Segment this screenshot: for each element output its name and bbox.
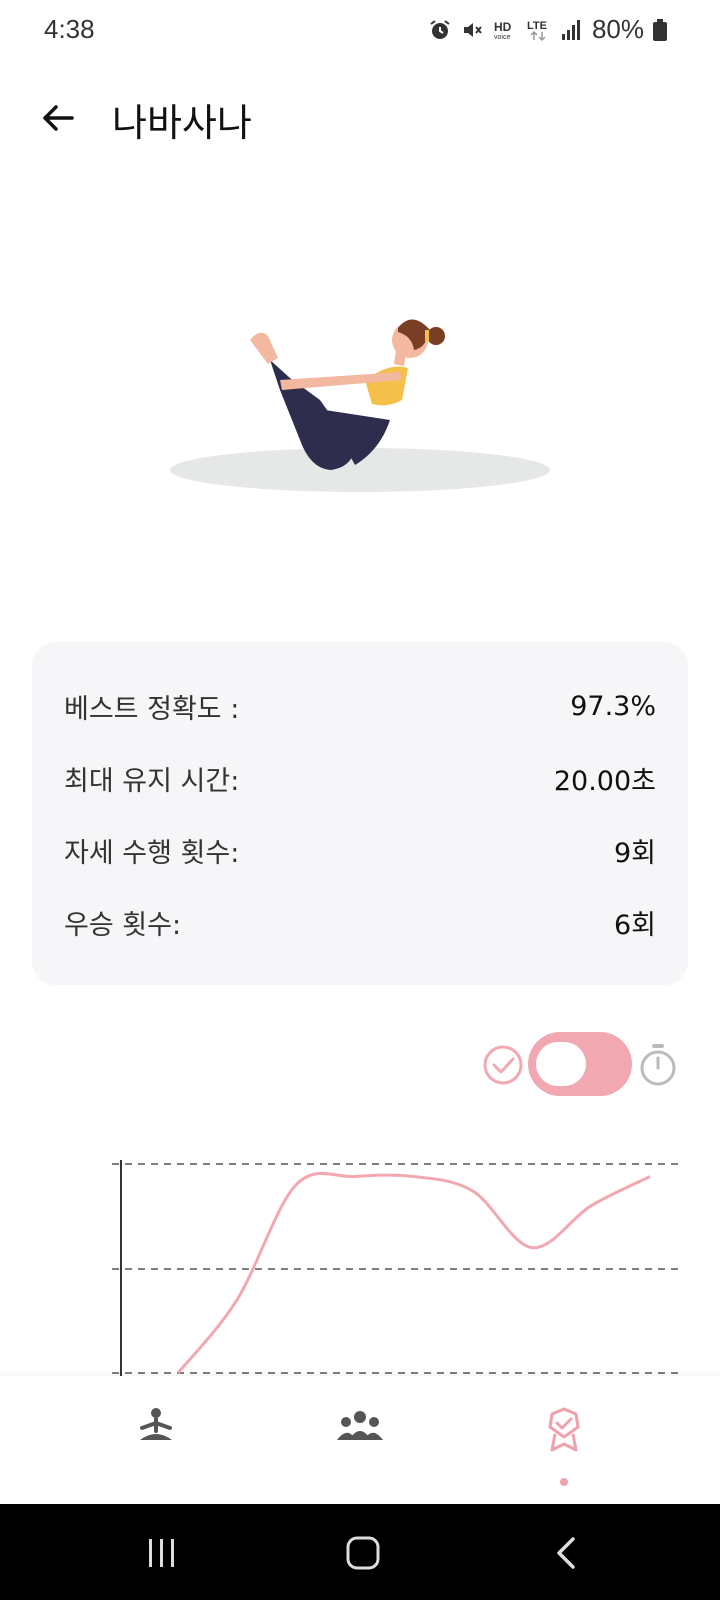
back-button[interactable]: [30, 90, 86, 146]
svg-text:voice: voice: [494, 34, 510, 41]
attempts-value: 9회: [613, 837, 656, 869]
active-indicator-dot: [560, 1478, 568, 1486]
signal-icon: [561, 19, 580, 40]
max-hold-value: 20.00초: [553, 765, 656, 797]
battery-icon: [653, 18, 667, 41]
attempts-label: 자세 수행 횟수:: [64, 837, 240, 869]
stats-card: 베스트 정확도 : 97.3% 최대 유지 시간: 20.00초 자세 수행 횟…: [32, 642, 688, 985]
back-icon: [557, 1537, 575, 1569]
nav-item-records[interactable]: [524, 1406, 604, 1486]
stat-row-wins: 우승 횟수: 6회: [64, 902, 656, 942]
stopwatch-icon[interactable]: [636, 1042, 680, 1088]
best-accuracy-label: 베스트 정확도 :: [64, 693, 240, 725]
group-icon: [337, 1411, 383, 1440]
alarm-icon: [430, 19, 450, 39]
stat-row-max-hold: 최대 유지 시간: 20.00초: [64, 758, 656, 798]
status-bar: 4:38 HD voice LTE 80%: [0, 0, 720, 64]
status-icons: HD voice LTE 80%: [428, 14, 668, 45]
stat-row-attempts: 자세 수행 횟수: 9회: [64, 830, 656, 870]
nav-item-community[interactable]: [320, 1406, 400, 1486]
lte-icon: LTE: [527, 20, 547, 41]
wins-label: 우승 횟수:: [64, 909, 182, 941]
chart-series-line: [176, 1171, 651, 1374]
yoga-pose-icon: [140, 1408, 172, 1440]
home-icon: [346, 1536, 380, 1570]
recents-button[interactable]: [132, 1528, 192, 1578]
bottom-nav: [0, 1376, 720, 1504]
status-time: 4:38: [44, 14, 95, 44]
battery-percent: 80%: [591, 14, 644, 44]
home-button[interactable]: [333, 1528, 393, 1578]
max-hold-label: 최대 유지 시간:: [64, 765, 240, 797]
app-bar: 나바사나: [0, 78, 720, 158]
yoga-pose-illustration: [170, 319, 550, 492]
award-badge-icon: [548, 1407, 580, 1452]
toggle-knob: [536, 1042, 586, 1086]
progress-line-chart: [112, 1160, 680, 1376]
system-nav-bar: [0, 1504, 720, 1600]
wins-value: 6회: [613, 909, 656, 941]
nav-item-practice[interactable]: [116, 1406, 196, 1486]
svg-text:LTE: LTE: [527, 20, 547, 32]
metric-toggle-switch[interactable]: [528, 1032, 632, 1096]
best-accuracy-value: 97.3%: [570, 690, 656, 722]
arrow-left-icon: [43, 105, 74, 131]
stat-row-best-accuracy: 베스트 정확도 : 97.3%: [64, 686, 656, 726]
system-back-button[interactable]: [536, 1528, 596, 1578]
mute-icon: [463, 22, 482, 37]
hd-voice-icon: HD voice: [494, 20, 512, 41]
metric-toggle-group: [482, 1030, 682, 1100]
svg-text:HD: HD: [494, 20, 512, 34]
page-title: 나바사나: [112, 101, 252, 145]
check-circle-icon[interactable]: [482, 1044, 524, 1086]
recents-icon: [149, 1539, 174, 1567]
